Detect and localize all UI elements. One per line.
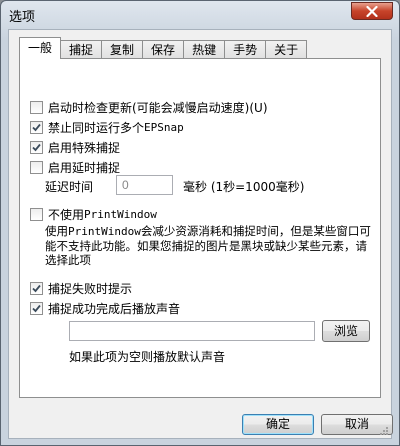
close-icon [366,5,378,17]
single-instance-label: 禁止同时运行多个 [48,121,145,135]
sound-hint-text: 如果此项为空则播放默认声音 [69,350,226,364]
delay-time-label: 延迟时间 [45,180,94,194]
tab-save[interactable]: 保存 [142,40,185,59]
no-printwindow-api-name: PrintWindow [84,208,157,221]
tab-copy[interactable]: 复制 [101,40,144,59]
fail-tip-checkbox[interactable] [30,282,43,295]
tab-gestures[interactable]: 手势 [224,40,267,59]
tab-strip: 一般 捕捉 复制 保存 热键 手势 关于 [19,37,308,59]
delay-capture-option[interactable]: 启用延时捕捉 [30,159,120,176]
no-printwindow-option[interactable]: 不使用 PrintWindow [30,206,157,223]
play-sound-label: 捕捉成功完成后播放声音 [48,302,181,316]
printwindow-desc-prefix: 使用 [45,224,68,238]
options-dialog: 选项 一般 捕捉 复制 保存 热键 手势 关于 启动时检查更新(可能会减慢启动速… [0,0,400,446]
check-update-label: 启动时检查更新(可能会减慢启动速度)(U) [48,101,268,115]
browse-button[interactable]: 浏览 [322,320,370,342]
resize-grip-icon[interactable] [379,426,389,436]
delay-unit-label: 毫秒 (1秒=1000毫秒) [183,180,305,194]
printwindow-description: 使用PrintWindow会减少资源消耗和捕捉时间，但是某些窗口可能不支持此功能… [45,224,375,267]
delay-capture-label: 启用延时捕捉 [48,161,121,175]
title-bar[interactable]: 选项 [1,1,399,27]
special-capture-label: 启用特殊捕捉 [48,141,121,155]
sound-path-input[interactable] [69,321,315,341]
dialog-client-area: 一般 捕捉 复制 保存 热键 手势 关于 启动时检查更新(可能会减慢启动速度)(… [8,29,393,439]
tab-capture[interactable]: 捕捉 [60,40,103,59]
checkmark-icon [32,304,41,313]
delay-time-input[interactable]: 0 [116,175,173,195]
fail-tip-label: 捕捉失败时提示 [48,282,133,296]
tab-hotkeys[interactable]: 热键 [183,40,226,59]
checkmark-icon [32,284,41,293]
delay-capture-checkbox[interactable] [30,161,43,174]
printwindow-desc-api-name: PrintWindow [68,225,141,238]
fail-tip-option[interactable]: 捕捉失败时提示 [30,280,132,297]
checkmark-icon [32,123,41,132]
single-instance-option[interactable]: 禁止同时运行多个 EPSnap [30,119,184,136]
check-update-option[interactable]: 启动时检查更新(可能会减慢启动速度)(U) [30,99,268,116]
window-title: 选项 [9,10,36,25]
special-capture-checkbox[interactable] [30,141,43,154]
no-printwindow-checkbox[interactable] [30,208,43,221]
tab-general[interactable]: 一般 [19,37,62,59]
single-instance-checkbox[interactable] [30,121,43,134]
general-tab-panel: 启动时检查更新(可能会减慢启动速度)(U) 禁止同时运行多个 EPSnap 启用特… [19,58,381,398]
tab-about[interactable]: 关于 [265,40,308,59]
play-sound-checkbox[interactable] [30,302,43,315]
checkmark-icon [32,143,41,152]
close-button[interactable] [351,2,393,20]
play-sound-option[interactable]: 捕捉成功完成后播放声音 [30,300,180,317]
special-capture-option[interactable]: 启用特殊捕捉 [30,139,120,156]
single-instance-app-name: EPSnap [144,121,184,134]
check-update-checkbox[interactable] [30,101,43,114]
ok-button[interactable]: 确定 [242,414,314,435]
no-printwindow-label: 不使用 [48,208,85,222]
